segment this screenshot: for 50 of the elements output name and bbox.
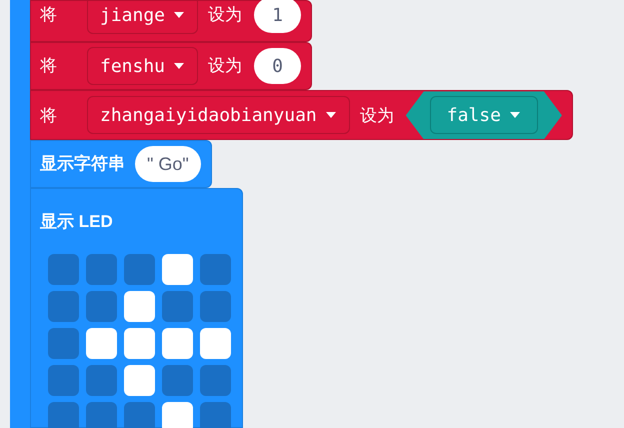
variable-dropdown[interactable]: zhangaiyidaobianyuan	[87, 96, 350, 134]
set-to-label: 设为	[360, 104, 394, 127]
string-input[interactable]: " Go"	[135, 146, 201, 182]
set-variable-block[interactable]: 将 fenshu 设为 0	[30, 42, 312, 90]
show-leds-label: 显示 LED	[40, 211, 114, 234]
led-cell[interactable]	[124, 364, 155, 396]
led-cell[interactable]	[124, 328, 155, 359]
show-string-label: 显示字符串	[40, 153, 125, 176]
led-cell[interactable]	[124, 254, 155, 285]
led-cell[interactable]	[200, 254, 231, 285]
caret-icon	[324, 111, 337, 120]
led-cell[interactable]	[200, 328, 231, 359]
caret-icon	[508, 111, 521, 120]
led-cell[interactable]	[124, 290, 155, 322]
led-cell[interactable]	[48, 364, 79, 396]
led-cell[interactable]	[48, 254, 79, 285]
led-cell[interactable]	[200, 290, 231, 322]
led-cell[interactable]	[86, 254, 117, 285]
set-variable-block[interactable]: 将 jiange 设为 1	[30, 0, 312, 42]
set-keyword: 将	[40, 55, 57, 78]
led-cell[interactable]	[48, 402, 79, 428]
led-cell[interactable]	[162, 290, 193, 322]
set-to-label: 设为	[208, 4, 242, 26]
led-cell[interactable]	[86, 402, 117, 428]
caret-icon	[173, 11, 186, 19]
set-keyword: 将	[40, 4, 57, 26]
boolean-block[interactable]: false	[406, 91, 562, 140]
show-leds-block[interactable]: 显示 LED	[30, 188, 243, 428]
led-cell[interactable]	[162, 328, 193, 359]
led-cell[interactable]	[200, 364, 231, 396]
number-input[interactable]: 1	[254, 0, 302, 33]
led-cell[interactable]	[162, 402, 193, 428]
led-cell[interactable]	[86, 290, 117, 322]
boolean-dropdown[interactable]: false	[430, 96, 538, 134]
show-string-block[interactable]: 显示字符串 " Go"	[30, 140, 212, 188]
set-to-label: 设为	[208, 55, 242, 78]
number-input[interactable]: 0	[254, 48, 302, 84]
led-cell[interactable]	[86, 364, 117, 396]
variable-dropdown[interactable]: fenshu	[87, 47, 198, 86]
set-variable-block[interactable]: 将 zhangaiyidaobianyuan 设为 false	[30, 90, 573, 140]
led-cell[interactable]	[162, 364, 193, 396]
set-keyword: 将	[40, 104, 57, 127]
variable-dropdown[interactable]: jiange	[87, 0, 198, 34]
caret-icon	[173, 62, 186, 70]
led-cell[interactable]	[124, 402, 155, 428]
led-cell[interactable]	[86, 328, 117, 359]
led-cell[interactable]	[48, 290, 79, 322]
led-cell[interactable]	[48, 328, 79, 359]
led-cell[interactable]	[200, 402, 231, 428]
led-cell[interactable]	[162, 254, 193, 285]
